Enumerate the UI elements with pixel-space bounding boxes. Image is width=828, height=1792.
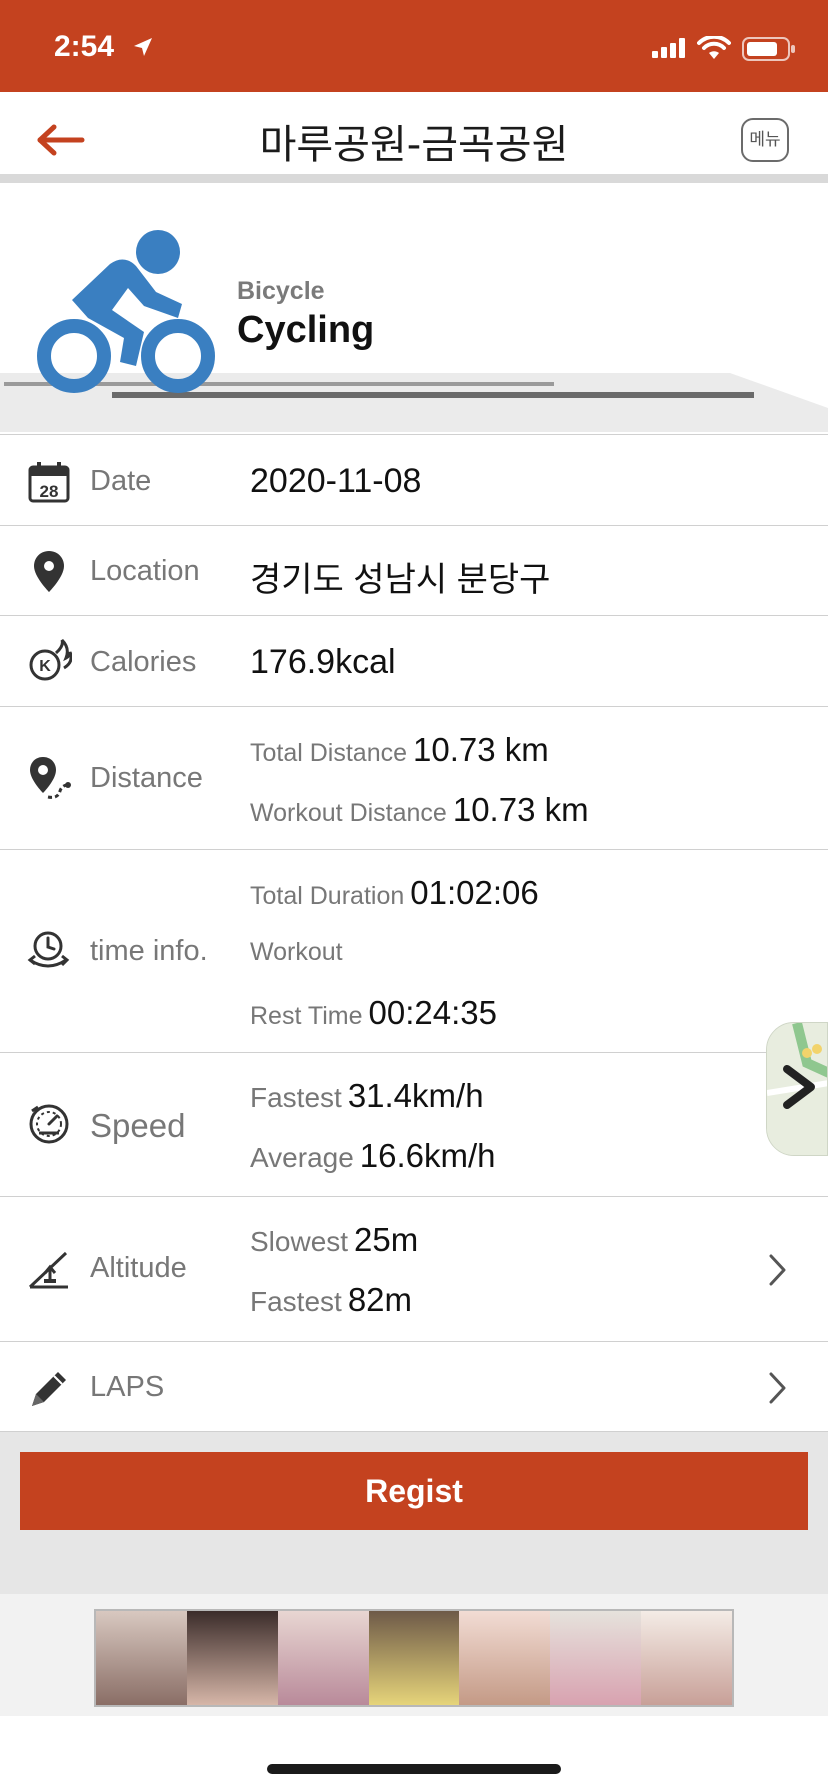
pencil-icon: [32, 1372, 66, 1406]
calories-flame-icon: K: [29, 638, 72, 681]
total-distance-value: 10.73 km: [413, 731, 549, 768]
ad-image: [550, 1611, 642, 1705]
ad-image: [459, 1611, 551, 1705]
rest-time-label: Rest Time: [250, 1002, 363, 1030]
ad-image: [277, 1611, 369, 1705]
ad-image: [368, 1611, 460, 1705]
total-distance: Total Distance 10.73 km: [250, 731, 549, 769]
map-preview-button[interactable]: [766, 1022, 828, 1156]
page-title: 마루공원-금곡공원: [259, 122, 569, 168]
activity-category: Bicycle: [237, 277, 325, 305]
laps-row[interactable]: LAPS: [0, 1341, 828, 1432]
location-value: 경기도 성남시 분당구: [250, 561, 551, 599]
location-label: Location: [90, 555, 200, 587]
date-label: Date: [90, 465, 152, 497]
altitude-row[interactable]: Altitude Slowest 25m Fastest 82m: [0, 1196, 828, 1341]
average-speed-value: 16.6km/h: [359, 1137, 496, 1174]
rest-time: Rest Time 00:24:35: [250, 994, 497, 1032]
cyclist-icon: [37, 230, 215, 393]
date-row: 28 Date 2020-11-08: [0, 434, 828, 525]
ad-banner[interactable]: [94, 1609, 734, 1707]
menu-button[interactable]: 메뉴: [741, 118, 789, 162]
activity-name: Cycling: [237, 309, 375, 351]
clock-refresh-icon: [27, 931, 70, 968]
total-duration: Total Duration 01:02:06: [250, 874, 539, 912]
ad-image: [186, 1611, 278, 1705]
home-indicator[interactable]: [267, 1764, 561, 1774]
svg-text:28: 28: [40, 482, 59, 501]
calories-value: 176.9kcal: [250, 643, 396, 681]
nav-divider: [0, 174, 828, 183]
calories-label: Calories: [90, 646, 197, 678]
date-value: 2020-11-08: [250, 462, 422, 500]
altitude-fastest-value: 82m: [347, 1281, 413, 1318]
total-duration-value: 01:02:06: [410, 874, 539, 911]
status-bar: 2:54: [0, 0, 828, 92]
ad-image: [641, 1611, 733, 1705]
laps-label: LAPS: [90, 1371, 165, 1403]
calendar-icon: 28: [28, 462, 70, 503]
time-row: time info. Total Duration 01:02:06 Workou…: [0, 849, 828, 1052]
distance-row: Distance Total Distance 10.73 km Workout …: [0, 706, 828, 849]
altitude-slope-icon: [28, 1251, 68, 1289]
altitude-fastest-label: Fastest: [250, 1286, 342, 1317]
status-time: 2:54: [54, 30, 115, 63]
location-arrow-icon: [134, 38, 152, 56]
fastest-speed-value: 31.4km/h: [347, 1077, 484, 1114]
cellular-signal-icon: [652, 38, 685, 58]
fastest-speed: Fastest 31.4km/h: [250, 1077, 484, 1115]
svg-text:K: K: [39, 658, 51, 675]
speed-label: Speed: [90, 1107, 186, 1144]
total-duration-label: Total Duration: [250, 882, 405, 910]
workout-distance-value: 10.73 km: [452, 791, 589, 828]
route-pin-icon: [30, 757, 71, 799]
location-row: Location 경기도 성남시 분당구: [0, 525, 828, 615]
map-pin-icon: [34, 551, 64, 592]
battery-icon: [742, 37, 795, 61]
regist-button[interactable]: Regist: [20, 1452, 808, 1530]
altitude-label: Altitude: [90, 1252, 187, 1284]
map-thumbnail: [767, 1023, 827, 1155]
altitude-slowest-value: 25m: [354, 1221, 419, 1258]
speedometer-icon: [29, 1104, 69, 1144]
total-distance-label: Total Distance: [250, 739, 408, 767]
ad-image: [96, 1611, 187, 1705]
time-info-label: time info.: [90, 935, 208, 967]
altitude-fastest: Fastest 82m: [250, 1281, 412, 1319]
average-speed: Average 16.6km/h: [250, 1137, 496, 1175]
rest-time-value: 00:24:35: [368, 994, 497, 1031]
workout-duration: Workout: [250, 938, 343, 967]
chevron-right-icon: [769, 1254, 786, 1286]
chevron-right-icon: [769, 1372, 786, 1404]
workout-duration-label: Workout: [250, 938, 343, 966]
workout-distance-label: Workout Distance: [250, 799, 447, 827]
speed-row: Speed Fastest 31.4km/h Average 16.6km/h: [0, 1052, 828, 1196]
wifi-icon: [697, 36, 731, 59]
average-speed-label: Average: [250, 1142, 354, 1173]
distance-label: Distance: [90, 762, 203, 794]
workout-distance: Workout Distance 10.73 km: [250, 791, 589, 829]
fastest-speed-label: Fastest: [250, 1082, 342, 1113]
altitude-slowest-label: Slowest: [250, 1226, 349, 1257]
calories-row: K Calories 176.9kcal: [0, 615, 828, 706]
altitude-slowest: Slowest 25m: [250, 1221, 418, 1259]
